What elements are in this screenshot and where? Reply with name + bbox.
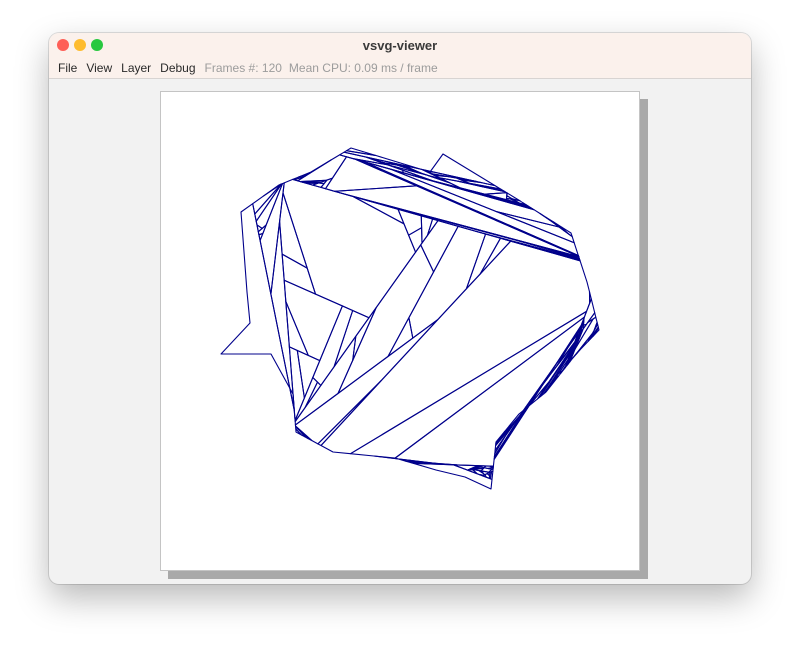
drawing-cell xyxy=(465,233,502,290)
drawing-cell xyxy=(408,225,487,339)
cpu-stat: Mean CPU: 0.09 ms / frame xyxy=(288,61,438,75)
drawing-cell xyxy=(297,154,348,183)
drawing-cell xyxy=(506,192,521,202)
app-window: vsvg-viewer File View Layer Debug Frames… xyxy=(49,33,751,584)
menu-file[interactable]: File xyxy=(58,61,77,75)
drawing-cell xyxy=(390,168,560,228)
drawing-cell xyxy=(281,253,317,295)
title-bar[interactable]: vsvg-viewer xyxy=(49,33,751,58)
drawing-cell xyxy=(255,183,284,229)
drawing-cell xyxy=(320,240,591,455)
drawing-cell xyxy=(420,215,434,244)
drawing-cell xyxy=(294,376,319,423)
drawing-canvas[interactable] xyxy=(160,91,640,571)
drawing-cell xyxy=(294,335,357,426)
drawing-cell xyxy=(270,220,296,419)
drawing-cell xyxy=(337,244,435,395)
drawing-cell xyxy=(333,185,580,258)
menu-view[interactable]: View xyxy=(86,61,112,75)
drawing-cell xyxy=(587,331,595,343)
drawing-cell xyxy=(282,178,417,319)
drawing-cell xyxy=(220,203,295,412)
menu-debug[interactable]: Debug xyxy=(160,61,195,75)
drawing-cell xyxy=(420,220,459,273)
frames-counter: Frames #: 120 xyxy=(204,61,282,75)
drawing-cell xyxy=(489,465,494,468)
menu-bar: File View Layer Debug Frames #: 120 Mean… xyxy=(49,58,751,79)
drawing-cell xyxy=(333,309,370,368)
voronoi-drawing xyxy=(220,147,600,490)
drawing-cell xyxy=(254,183,283,222)
menu-layer[interactable]: Layer xyxy=(121,61,151,75)
window-title: vsvg-viewer xyxy=(362,38,438,53)
drawing-cell xyxy=(460,179,502,190)
drawing-cell xyxy=(412,462,493,490)
drawing-cell xyxy=(394,316,585,467)
